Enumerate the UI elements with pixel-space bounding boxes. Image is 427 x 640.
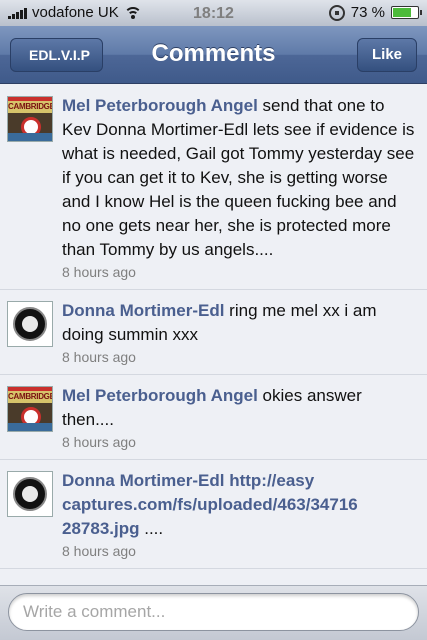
avatar[interactable] [7,471,53,517]
navigation-bar: EDL.V.I.P Comments Like [0,26,427,84]
status-right: 73 % [328,4,422,21]
comment-item: CAMBRIDGE Mel Peterborough Angel send th… [0,85,427,290]
status-bar: vodafone UK 18:12 73 % [0,0,427,26]
like-button[interactable]: Like [357,38,417,72]
comment-text: .... [139,519,164,538]
comment-author[interactable]: Donna Mortimer-Edl [62,301,224,320]
comment-input[interactable]: Write a comment... [8,593,419,631]
comment-body: Mel Peterborough Angel okies answer then… [62,384,417,432]
battery-icon [391,6,422,19]
battery-percent: 73 % [350,4,385,21]
comment-author[interactable]: Mel Peterborough Angel [62,96,258,115]
comment-text: send that one to Kev Donna Mortimer-Edl … [62,96,415,259]
comment-item: Donna Mortimer-Edl http://easy captures.… [0,460,427,569]
comment-timestamp: 8 hours ago [62,543,136,559]
battery-fill [393,8,411,17]
avatar[interactable]: CAMBRIDGE [7,386,53,432]
comment-author[interactable]: Mel Peterborough Angel [62,386,258,405]
comment-timestamp: 8 hours ago [62,264,136,280]
avatar[interactable]: CAMBRIDGE [7,96,53,142]
comment-body: Donna Mortimer-Edl http://easy captures.… [62,469,417,541]
comment-list[interactable]: CAMBRIDGE Mel Peterborough Angel send th… [0,85,427,585]
comment-item: Donna Mortimer-Edl ring me mel xx i am d… [0,290,427,375]
comment-timestamp: 8 hours ago [62,434,136,450]
comment-composer: Write a comment... [0,585,427,640]
comment-item: CAMBRIDGE Mel Peterborough Angel okies a… [0,375,427,460]
avatar[interactable] [7,301,53,347]
comment-timestamp: 8 hours ago [62,349,136,365]
comment-author[interactable]: Donna Mortimer-Edl [62,471,224,490]
comment-body: Donna Mortimer-Edl ring me mel xx i am d… [62,299,417,347]
rotation-lock-icon [328,4,345,21]
comment-body: Mel Peterborough Angel send that one to … [62,94,417,262]
